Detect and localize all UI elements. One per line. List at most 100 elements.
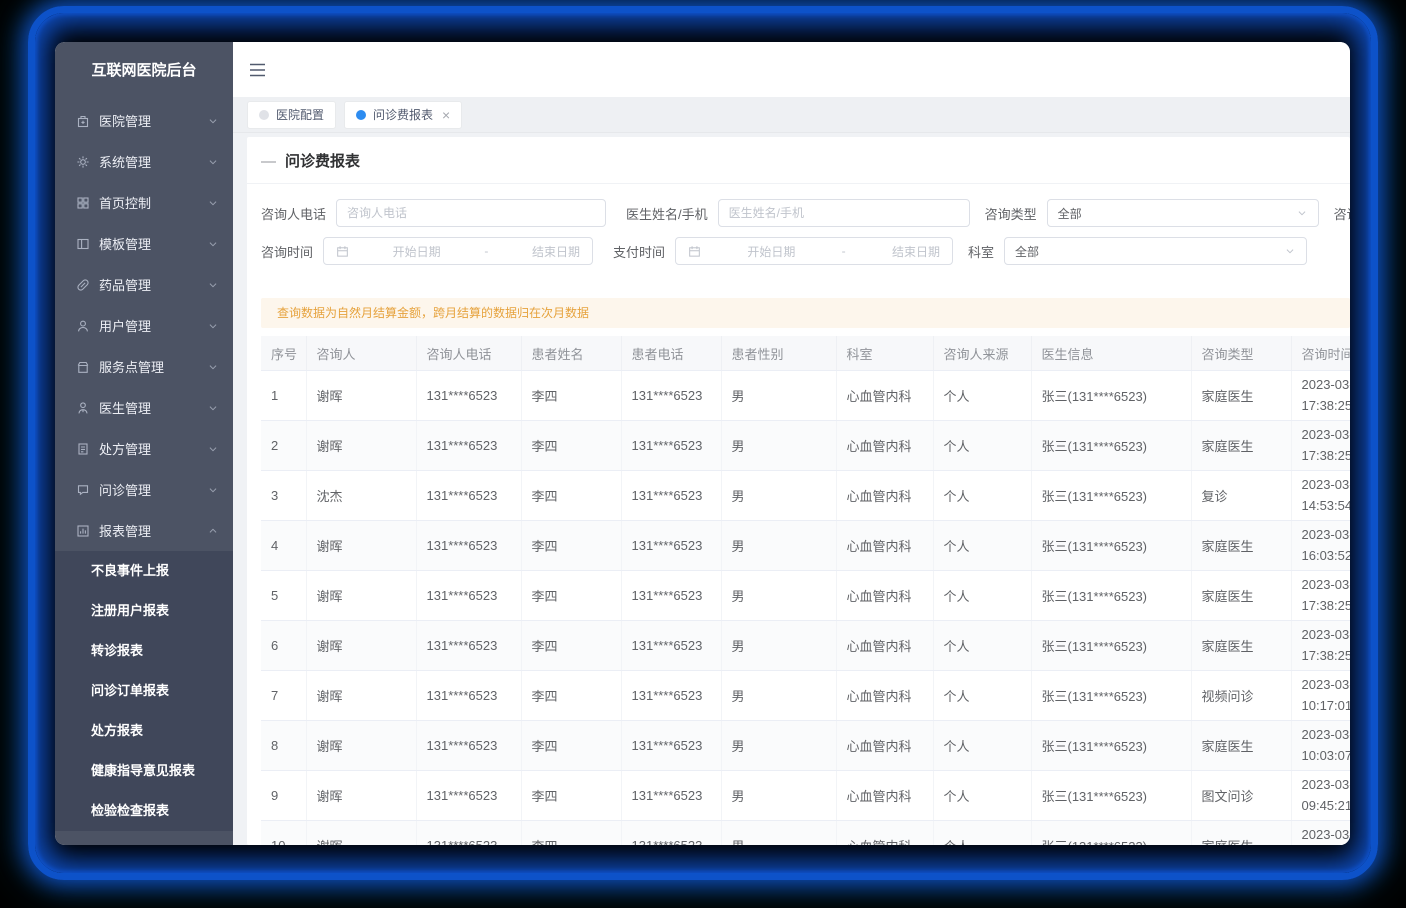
select-value: 全部 bbox=[1015, 243, 1039, 260]
cell-source: 个人 bbox=[933, 521, 1031, 571]
cell-gender: 男 bbox=[721, 371, 836, 421]
date-start-placeholder: 开始日期 bbox=[393, 243, 441, 260]
cell-source: 个人 bbox=[933, 371, 1031, 421]
consult-time: 17:38:25 bbox=[1302, 396, 1351, 416]
consult-datetime: 2023-03-017:38:25 bbox=[1302, 575, 1351, 615]
select-dropdown[interactable]: 全部 bbox=[1004, 237, 1307, 265]
menu-fold-icon[interactable] bbox=[249, 63, 266, 77]
sidebar-item-8[interactable]: 医生管理 bbox=[55, 387, 233, 428]
filter-item: 咨询类型全部 bbox=[985, 199, 1319, 227]
report-chart-icon bbox=[76, 524, 90, 538]
sidebar-subitem-3[interactable]: 转诊报表 bbox=[55, 631, 233, 671]
cell-consult-time: 2023-03-017:38:25 bbox=[1291, 371, 1350, 421]
sidebar-item-3[interactable]: 首页控制 bbox=[55, 182, 233, 223]
consult-time: 17:38:25 bbox=[1302, 596, 1351, 616]
chevron-down-icon bbox=[207, 197, 219, 209]
cell-no: 3 bbox=[261, 471, 306, 521]
sidebar-item-11[interactable]: 报表管理 bbox=[55, 510, 233, 551]
column-header: 咨询类型 bbox=[1191, 336, 1291, 371]
consult-datetime: 2023-03-017:38:25 bbox=[1302, 825, 1351, 845]
tab-1[interactable]: 医院配置 bbox=[247, 101, 336, 129]
consult-datetime: 2023-03-017:38:25 bbox=[1302, 425, 1351, 465]
cell-consult-time: 2023-03-017:38:25 bbox=[1291, 621, 1350, 671]
cell-patient: 李四 bbox=[521, 621, 621, 671]
service-point-icon bbox=[76, 360, 90, 374]
close-icon[interactable]: × bbox=[442, 108, 450, 122]
cell-doctor: 张三(131****6523) bbox=[1031, 471, 1191, 521]
cell-source: 个人 bbox=[933, 571, 1031, 621]
sidebar-subitem-2[interactable]: 注册用户报表 bbox=[55, 591, 233, 631]
cell-gender: 男 bbox=[721, 621, 836, 671]
cell-dept: 心血管内科 bbox=[836, 571, 933, 621]
sidebar-item-label: 模板管理 bbox=[99, 234, 207, 253]
column-header: 患者姓名 bbox=[521, 336, 621, 371]
sidebar-item-label: 问诊管理 bbox=[99, 480, 207, 499]
sidebar-item-label: 用户管理 bbox=[99, 316, 207, 335]
cell-consultant_phone: 131****6523 bbox=[416, 571, 521, 621]
consult-datetime: 2023-03-017:38:25 bbox=[1302, 375, 1351, 415]
notice-bar: 查询数据为自然月结算金额，跨月结算的数据归在次月数据 bbox=[261, 298, 1350, 328]
sidebar-item-7[interactable]: 服务点管理 bbox=[55, 346, 233, 387]
cell-doctor: 张三(131****6523) bbox=[1031, 721, 1191, 771]
consult-time: 14:53:54 bbox=[1302, 496, 1351, 516]
cell-type: 视频问诊 bbox=[1191, 671, 1291, 721]
filter-label: 支付时间 bbox=[613, 242, 665, 261]
date-range-picker[interactable]: 开始日期-结束日期 bbox=[323, 237, 593, 265]
cell-gender: 男 bbox=[721, 721, 836, 771]
cell-source: 个人 bbox=[933, 721, 1031, 771]
sidebar: 互联网医院后台 医院管理系统管理首页控制模板管理药品管理用户管理服务点管理医生管… bbox=[55, 42, 233, 845]
cell-patient: 李四 bbox=[521, 721, 621, 771]
sidebar-subitem-1[interactable]: 不良事件上报 bbox=[55, 551, 233, 591]
cell-patient: 李四 bbox=[521, 671, 621, 721]
cell-source: 个人 bbox=[933, 471, 1031, 521]
cell-consultant: 谢晖 bbox=[306, 721, 416, 771]
column-header: 医生信息 bbox=[1031, 336, 1191, 371]
sidebar-item-label: 系统管理 bbox=[99, 152, 207, 171]
sidebar-subitem-7[interactable]: 检验检查报表 bbox=[55, 791, 233, 831]
cell-patient_phone: 131****6523 bbox=[621, 721, 721, 771]
cell-patient_phone: 131****6523 bbox=[621, 621, 721, 671]
column-header: 咨询人 bbox=[306, 336, 416, 371]
report-card: —问诊费报表 咨询人电话医生姓名/手机咨询类型全部咨询人咨询时间开始日期-结束日… bbox=[247, 137, 1350, 845]
sidebar-subitem-4[interactable]: 问诊订单报表 bbox=[55, 671, 233, 711]
sidebar-item-10[interactable]: 问诊管理 bbox=[55, 469, 233, 510]
consult-datetime: 2023-03-010:03:07 bbox=[1302, 725, 1351, 765]
cell-patient_phone: 131****6523 bbox=[621, 521, 721, 571]
cell-consultant_phone: 131****6523 bbox=[416, 721, 521, 771]
cell-consultant: 谢晖 bbox=[306, 521, 416, 571]
consult-date: 2023-03-0 bbox=[1302, 575, 1351, 595]
date-range-picker[interactable]: 开始日期-结束日期 bbox=[675, 237, 953, 265]
chevron-down-icon bbox=[207, 279, 219, 291]
filter-input-医生姓名/手机[interactable] bbox=[718, 199, 970, 227]
consult-datetime: 2023-03-009:45:21 bbox=[1302, 775, 1351, 815]
cell-patient: 李四 bbox=[521, 571, 621, 621]
tab-2[interactable]: 问诊费报表 × bbox=[344, 101, 462, 129]
tab-label: 问诊费报表 bbox=[373, 106, 433, 123]
sidebar-subitem-5[interactable]: 处方报表 bbox=[55, 711, 233, 751]
cell-consultant_phone: 131****6523 bbox=[416, 471, 521, 521]
consult-datetime: 2023-03-014:53:54 bbox=[1302, 475, 1351, 515]
consult-time: 10:03:07 bbox=[1302, 746, 1351, 766]
filter-input-咨询人电话[interactable] bbox=[336, 199, 606, 227]
sidebar-subitem-6[interactable]: 健康指导意见报表 bbox=[55, 751, 233, 791]
sidebar-item-1[interactable]: 医院管理 bbox=[55, 100, 233, 141]
date-separator: - bbox=[842, 244, 846, 258]
select-dropdown[interactable]: 全部 bbox=[1047, 199, 1319, 227]
cell-type: 家庭医生 bbox=[1191, 621, 1291, 671]
cell-patient_phone: 131****6523 bbox=[621, 771, 721, 821]
sidebar-item-4[interactable]: 模板管理 bbox=[55, 223, 233, 264]
sidebar-item-6[interactable]: 用户管理 bbox=[55, 305, 233, 346]
doctor-icon bbox=[76, 401, 90, 415]
filter-item: 咨询人电话 bbox=[261, 199, 606, 227]
cell-source: 个人 bbox=[933, 621, 1031, 671]
sidebar-item-5[interactable]: 药品管理 bbox=[55, 264, 233, 305]
consult-time: 17:38:25 bbox=[1302, 446, 1351, 466]
consult-chat-icon bbox=[76, 483, 90, 497]
sidebar-item-2[interactable]: 系统管理 bbox=[55, 141, 233, 182]
cell-gender: 男 bbox=[721, 471, 836, 521]
consult-date: 2023-03-0 bbox=[1302, 675, 1351, 695]
sidebar-item-label: 药品管理 bbox=[99, 275, 207, 294]
table-row: 7谢晖131****6523李四131****6523男心血管内科个人张三(13… bbox=[261, 671, 1350, 721]
sidebar-item-9[interactable]: 处方管理 bbox=[55, 428, 233, 469]
app-window: 互联网医院后台 医院管理系统管理首页控制模板管理药品管理用户管理服务点管理医生管… bbox=[55, 42, 1350, 845]
